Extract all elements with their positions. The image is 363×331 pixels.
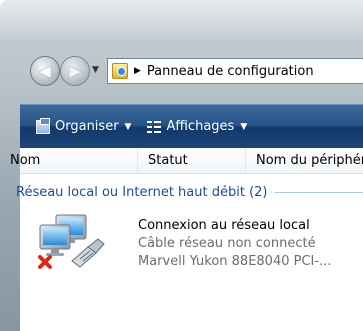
back-button[interactable]: ◀ bbox=[30, 56, 60, 86]
back-arrow-icon: ◀ bbox=[39, 62, 51, 80]
list-item[interactable]: Connexion au réseau local Câble réseau n… bbox=[38, 211, 363, 275]
control-panel-icon bbox=[112, 63, 128, 79]
explorer-window: ◀ ▶ ▼ ▶ Panneau de configuration Organis… bbox=[0, 0, 363, 331]
column-header-device[interactable]: Nom du périphérique bbox=[246, 148, 363, 174]
chevron-down-icon: ▼ bbox=[124, 121, 132, 132]
recent-pages-dropdown[interactable]: ▼ bbox=[92, 65, 99, 75]
navigation-bar: ◀ ▶ ▼ ▶ Panneau de configuration bbox=[20, 52, 363, 90]
group-divider bbox=[273, 191, 363, 193]
command-toolbar: Organiser ▼ Affichages ▼ bbox=[20, 104, 363, 148]
breadcrumb-arrow-icon[interactable]: ▶ bbox=[134, 66, 141, 76]
file-list: Nom Statut Nom du périphérique Réseau lo… bbox=[10, 148, 363, 331]
group-header[interactable]: Réseau local ou Internet haut débit (2) bbox=[16, 182, 363, 202]
breadcrumb-control-panel[interactable]: Panneau de configuration bbox=[147, 64, 314, 79]
item-device: Marvell Yukon 88E8040 PCI-... bbox=[138, 254, 332, 269]
views-button[interactable]: Affichages ▼ bbox=[147, 119, 247, 134]
address-bar[interactable]: ▶ Panneau de configuration bbox=[107, 58, 363, 84]
group-label: Réseau local ou Internet haut débit (2) bbox=[16, 184, 268, 200]
item-name: Connexion au réseau local bbox=[138, 218, 310, 233]
organize-icon bbox=[36, 117, 50, 134]
views-label: Affichages bbox=[166, 119, 235, 134]
organize-button[interactable]: Organiser ▼ bbox=[36, 117, 132, 134]
column-header-name[interactable]: Nom bbox=[0, 148, 138, 174]
organize-label: Organiser bbox=[55, 119, 119, 134]
views-icon bbox=[147, 119, 162, 134]
forward-arrow-icon: ▶ bbox=[69, 62, 81, 80]
network-disconnected-icon bbox=[38, 214, 105, 269]
item-details: Connexion au réseau local Câble réseau n… bbox=[138, 217, 331, 271]
forward-button[interactable]: ▶ bbox=[60, 56, 90, 86]
column-header-status[interactable]: Statut bbox=[138, 148, 246, 174]
chevron-down-icon: ▼ bbox=[240, 121, 248, 132]
item-status: Câble réseau non connecté bbox=[138, 236, 316, 251]
column-header-row: Nom Statut Nom du périphérique bbox=[10, 148, 363, 174]
